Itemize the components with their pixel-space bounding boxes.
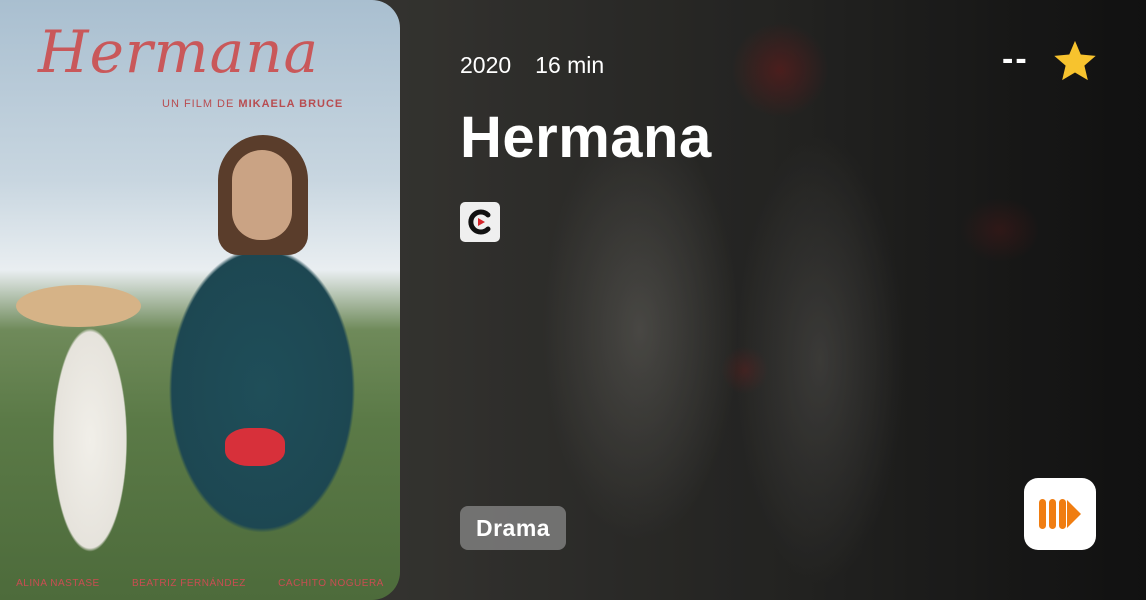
- app-badge[interactable]: [1024, 478, 1096, 550]
- poster-credit-prefix: UN FILM DE: [162, 98, 235, 110]
- poster-credit: UN FILM DE MIKAELA BRUCE: [162, 98, 343, 110]
- star-icon: [1054, 40, 1096, 81]
- poster-title: Hermana: [38, 18, 320, 86]
- play-app-icon: [1039, 499, 1081, 529]
- rating-value: --: [1002, 40, 1029, 78]
- poster-figure-face: [232, 150, 292, 240]
- provider-c-logo-svg: [468, 209, 491, 235]
- movie-title: Hermana: [460, 105, 712, 170]
- poster-flowers: [225, 428, 285, 466]
- poster-cast-member: ALINA NASTASE: [16, 578, 100, 589]
- movie-year: 2020: [460, 52, 512, 78]
- poster-cast-member: BEATRIZ FERNÁNDEZ: [132, 578, 246, 589]
- movie-poster[interactable]: Hermana UN FILM DE MIKAELA BRUCE ALINA N…: [0, 0, 400, 600]
- genre-label: Drama: [476, 514, 551, 541]
- poster-cast: ALINA NASTASE BEATRIZ FERNÁNDEZ CACHITO …: [0, 578, 400, 594]
- poster-credit-name: MIKAELA BRUCE: [238, 98, 344, 110]
- poster-cast-member: CACHITO NOGUERA: [278, 578, 384, 589]
- genre-chip[interactable]: Drama: [460, 506, 567, 550]
- movie-meta: 2020 16 min: [460, 52, 604, 79]
- poster-straw-hat: [16, 285, 141, 327]
- movie-runtime: 16 min: [535, 52, 605, 78]
- provider-c-logo-icon[interactable]: [460, 202, 500, 242]
